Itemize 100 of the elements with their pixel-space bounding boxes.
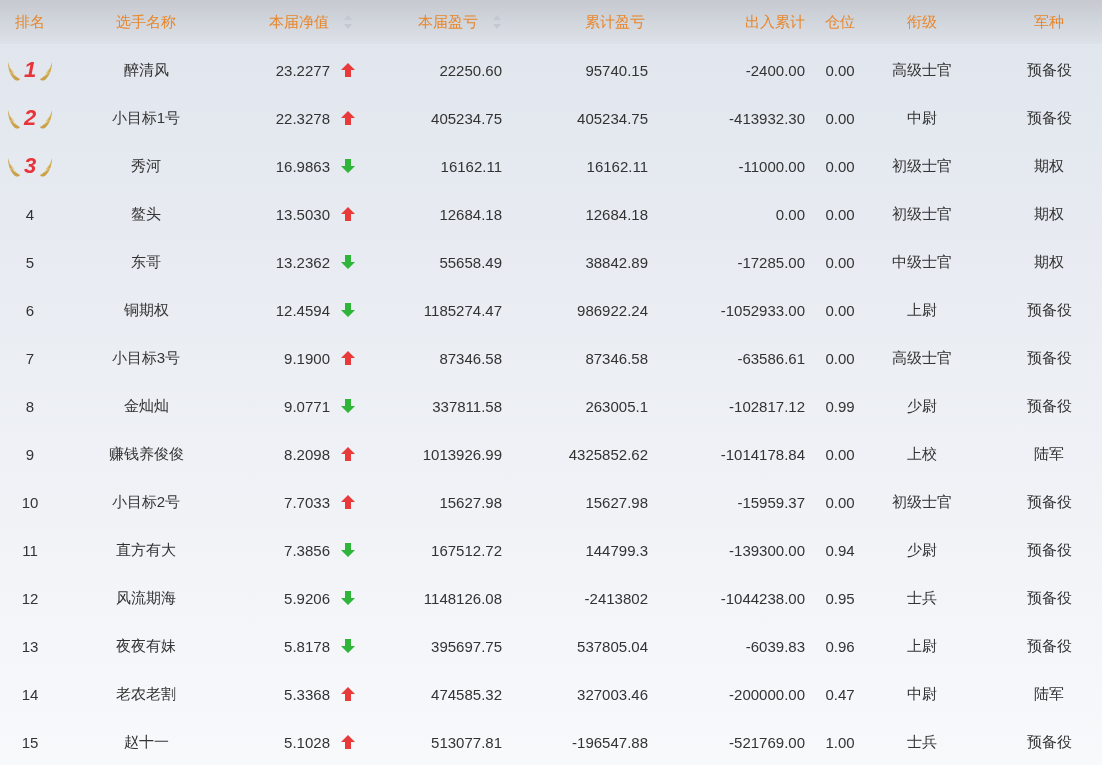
rank-number: 14: [21, 685, 39, 703]
table-cell-text: 87346.58: [438, 349, 502, 367]
rank-number: 8: [25, 397, 35, 415]
table-cell-text: -6039.83: [744, 637, 805, 655]
table-cell-text: 预备役: [1025, 396, 1073, 416]
column-header[interactable]: 本届盈亏: [418, 12, 478, 32]
table-cell-text: 0.47: [824, 685, 856, 703]
table-cell-text: 13.2362: [274, 253, 330, 271]
table-cell-text: 15627.98: [584, 493, 648, 511]
table-cell-text: 0.00: [774, 205, 805, 223]
table-cell-text: 高级士官: [891, 60, 953, 80]
table-cell-text: 5.9206: [283, 589, 330, 607]
table-cell-text: 士兵: [906, 588, 938, 608]
table-cell-text: 1185274.47: [422, 301, 502, 319]
table-cell-text: -17285.00: [736, 253, 805, 271]
table-cell-text: 405234.75: [430, 109, 502, 127]
table-cell-text: 7.7033: [283, 493, 330, 511]
rank-number: 7: [25, 349, 35, 367]
table-cell-text: -2413802: [583, 589, 648, 607]
table-cell-text: -15959.37: [736, 493, 805, 511]
table-cell-text: 5.1028: [283, 733, 330, 751]
table-cell-text: 95740.15: [584, 61, 648, 79]
column-header: 仓位: [825, 12, 855, 32]
table-cell-text: 395697.75: [430, 637, 502, 655]
table-cell-text: 1013926.99: [421, 445, 502, 463]
table-cell-text: 9.0771: [283, 397, 330, 415]
player-name: 夜夜有妹: [115, 636, 177, 656]
table-cell-text: 22.3278: [274, 109, 330, 127]
rank-number: 6: [25, 301, 35, 319]
column-header: 排名: [15, 12, 45, 32]
player-name: 赚钱养俊俊: [107, 444, 185, 464]
table-cell-text: 预备役: [1025, 732, 1073, 752]
table-cell-text: 少尉: [906, 540, 938, 560]
table-cell-text: 0.00: [824, 61, 856, 79]
table-cell-text: 上尉: [906, 636, 938, 656]
table-cell-text: 16162.11: [585, 157, 648, 175]
table-cell-text: -196547.88: [571, 733, 648, 751]
table-cell-text: -11000.00: [737, 157, 805, 175]
table-cell-text: 0.00: [824, 493, 856, 511]
column-header[interactable]: 本届净值: [269, 12, 329, 32]
table-cell-text: -1014178.84: [719, 445, 805, 463]
table-cell-text: 预备役: [1025, 300, 1073, 320]
player-name: 直方有大: [115, 540, 177, 560]
table-cell-text: 0.95: [824, 589, 856, 607]
table-cell-text: 高级士官: [891, 348, 953, 368]
rank-number: 5: [25, 253, 35, 271]
table-cell-text: 0.00: [824, 301, 856, 319]
table-cell-text: -1052933.00: [719, 301, 805, 319]
table-cell-text: 0.00: [824, 109, 856, 127]
column-header: 衔级: [907, 12, 937, 32]
table-cell-text: 初级士官: [891, 156, 953, 176]
table-cell-text: 预备役: [1025, 588, 1073, 608]
table-cell-text: 87346.58: [584, 349, 648, 367]
table-cell-text: 0.00: [824, 205, 856, 223]
rank-number: 4: [25, 205, 35, 223]
table-cell-text: 上尉: [906, 300, 938, 320]
player-name: 醉清风: [122, 60, 170, 80]
player-name: 小目标2号: [110, 492, 182, 512]
player-name: 金灿灿: [122, 396, 170, 416]
table-cell-text: 中级士官: [891, 252, 953, 272]
player-name: 小目标1号: [110, 108, 182, 128]
table-cell-text: 5.3368: [283, 685, 330, 703]
column-header: 选手名称: [116, 12, 176, 32]
table-cell-text: 537805.04: [576, 637, 648, 655]
table-cell-text: 474585.32: [430, 685, 502, 703]
table-cell-text: 167512.72: [430, 541, 502, 559]
table-cell-text: -200000.00: [728, 685, 805, 703]
table-cell-text: 士兵: [906, 732, 938, 752]
table-cell-text: 16.9863: [274, 157, 330, 175]
table-cell-text: -1044238.00: [719, 589, 805, 607]
table-cell-text: 15627.98: [438, 493, 502, 511]
table-cell-text: 12.4594: [274, 301, 330, 319]
table-cell-text: -413932.30: [728, 109, 805, 127]
table-cell-text: 预备役: [1025, 636, 1073, 656]
table-cell-text: 0.94: [824, 541, 856, 559]
table-cell-text: 5.8178: [283, 637, 330, 655]
player-name: 风流期海: [115, 588, 177, 608]
table-cell-text: 陆军: [1033, 444, 1065, 464]
table-cell-text: 12684.18: [438, 205, 502, 223]
table-cell-text: 预备役: [1025, 492, 1073, 512]
column-header: 累计盈亏: [585, 12, 645, 32]
player-name: 秀河: [130, 156, 162, 176]
table-cell-text: 0.96: [824, 637, 856, 655]
table-cell-text: 0.00: [824, 253, 856, 271]
rank-number: 13: [21, 637, 39, 655]
table-cell-text: 期权: [1033, 156, 1065, 176]
table-cell-text: 55658.49: [438, 253, 502, 271]
player-name: 老农老割: [115, 684, 177, 704]
table-cell-text: 上校: [906, 444, 938, 464]
player-name: 鳌头: [130, 204, 162, 224]
table-cell-text: 327003.46: [576, 685, 648, 703]
rank-number: 9: [25, 445, 35, 463]
table-cell-text: 513077.81: [430, 733, 502, 751]
table-cell-text: 陆军: [1033, 684, 1065, 704]
table-cell-text: 0.99: [824, 397, 856, 415]
table-cell-text: 8.2098: [283, 445, 330, 463]
player-name: 东哥: [130, 252, 162, 272]
table-cell-text: 986922.24: [576, 301, 648, 319]
table-cell-text: 中尉: [906, 684, 938, 704]
table-cell-text: 337811.58: [431, 397, 502, 415]
